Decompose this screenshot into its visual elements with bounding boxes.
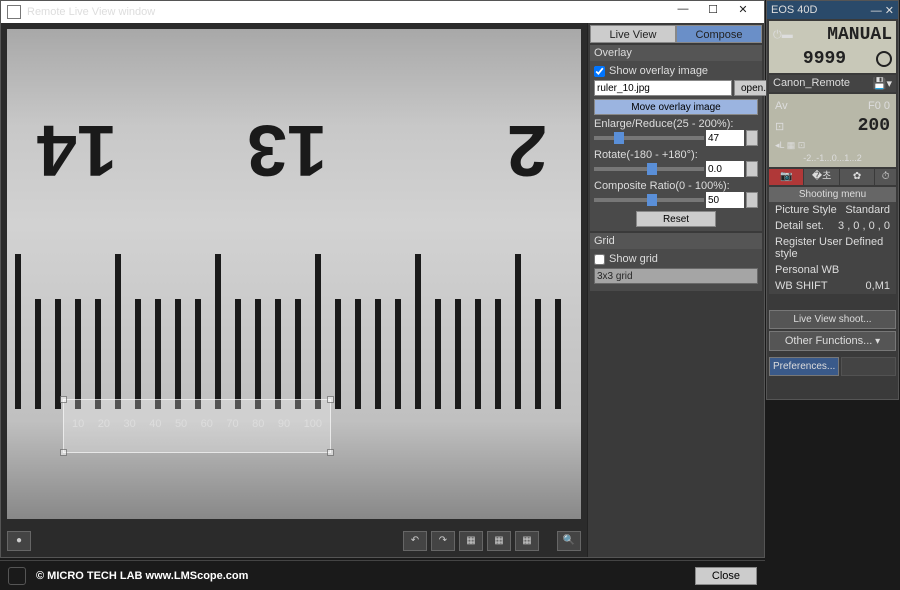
enlarge-value[interactable]: 47 (706, 130, 744, 146)
live-view-shoot-button[interactable]: Live View shoot... (769, 310, 896, 329)
dial-icon[interactable] (876, 51, 892, 67)
resize-handle[interactable] (327, 396, 334, 403)
show-overlay-checkbox[interactable]: Show overlay image (594, 65, 758, 77)
camera-tab-tools[interactable]: �초 (804, 169, 838, 185)
exposure-scale: -2..-1...0...1...2 (773, 153, 892, 163)
live-view-area: 14 13 2 102030405060708090100 ● ↶ ↷ ▦ ▦ (1, 23, 587, 557)
tool-button-2[interactable]: ▦ (487, 531, 511, 551)
resize-handle[interactable] (60, 396, 67, 403)
camera-tab-row: 📷 �초 ✿ ⏱ (769, 169, 896, 185)
av-label: Av (775, 100, 788, 112)
ruler-marks (7, 224, 581, 409)
camera-lcd-exposure: AvF0 0 ⊡200 ◂L ▦ ⊡ -2..-1...0...1...2 (769, 94, 896, 167)
rotate-spinner[interactable] (746, 161, 758, 177)
tab-live-view[interactable]: Live View (590, 25, 676, 43)
close-window-button[interactable]: Close (695, 567, 757, 585)
zoom-button[interactable]: 🔍 (557, 531, 581, 551)
overlay-file-input[interactable] (594, 80, 732, 96)
rotate-label: Rotate(-180 - +180°): (594, 149, 758, 161)
camera-titlebar[interactable]: EOS 40D — ✕ (767, 1, 898, 19)
menu-row[interactable]: Personal WB (769, 262, 896, 278)
settings-panel: Live View Compose Overlay Show overlay i… (587, 23, 764, 557)
rotate-slider[interactable] (594, 167, 704, 171)
bottom-bar: © MICRO TECH LAB www.LMScope.com Close (0, 560, 765, 590)
save-icon[interactable]: 💾▾ (873, 77, 892, 90)
menu-row[interactable]: Detail set.3 , 0 , 0 , 0 (769, 218, 896, 234)
power-icon: ⏻▬ (773, 29, 793, 42)
main-titlebar[interactable]: Remote Live View window — ☐ ✕ (1, 1, 764, 23)
app-icon (7, 5, 21, 19)
copyright-text: © MICRO TECH LAB www.LMScope.com (36, 570, 248, 582)
move-overlay-button[interactable]: Move overlay image (594, 99, 758, 115)
composite-label: Composite Ratio(0 - 100%): (594, 180, 758, 192)
profile-row[interactable]: Canon_Remote💾▾ (769, 75, 896, 92)
tool-button-1[interactable]: ▦ (459, 531, 483, 551)
ruler-number: 13 (247, 109, 327, 191)
minimize-button[interactable]: — (668, 3, 698, 21)
resize-handle[interactable] (327, 449, 334, 456)
camera-tab-star[interactable]: ✿ (840, 169, 874, 185)
overlay-title: Overlay (590, 45, 762, 61)
reset-button[interactable]: Reset (636, 211, 716, 227)
overlay-tick-labels: 102030405060708090100 (72, 418, 322, 430)
camera-control-window: EOS 40D — ✕ ⏻▬ MANUAL 9999 Canon_Remote💾▾… (766, 0, 899, 400)
other-functions-button[interactable]: Other Functions... ▾ (769, 331, 896, 351)
camera-tab-shoot[interactable]: 📷 (769, 169, 803, 185)
enlarge-label: Enlarge/Reduce(25 - 200%): (594, 118, 758, 130)
preferences-button[interactable]: Preferences... (769, 357, 839, 376)
overlay-ruler-image[interactable]: 102030405060708090100 (63, 399, 331, 453)
show-grid-checkbox[interactable]: Show grid (594, 253, 758, 265)
menu-row[interactable]: Register User Defined style (769, 234, 896, 262)
composite-slider[interactable] (594, 198, 704, 202)
enlarge-slider[interactable] (594, 136, 704, 140)
grid-type-select (594, 268, 758, 284)
iso-value: 200 (858, 116, 890, 136)
window-title: Remote Live View window (27, 6, 155, 18)
bracket-icon: ⊡ (775, 120, 784, 133)
grid-title: Grid (590, 233, 762, 249)
record-indicator[interactable] (8, 567, 26, 585)
camera-model: EOS 40D (771, 4, 817, 16)
resize-handle[interactable] (60, 449, 67, 456)
remote-live-view-window: Remote Live View window — ☐ ✕ 14 13 2 10… (0, 0, 765, 558)
menu-row[interactable]: WB SHIFT0,M1 (769, 278, 896, 294)
enlarge-spinner[interactable] (746, 130, 758, 146)
menu-row[interactable]: Picture StyleStandard (769, 202, 896, 218)
camera-tab-timer[interactable]: ⏱ (875, 169, 896, 185)
ruler-number: 14 (37, 109, 117, 191)
tool-button-3[interactable]: ▦ (515, 531, 539, 551)
view-toolbar: ● ↶ ↷ ▦ ▦ ▦ 🔍 (7, 529, 581, 553)
maximize-button[interactable]: ☐ (698, 3, 728, 21)
disabled-button (841, 357, 896, 376)
rotate-cw-button[interactable]: ↷ (431, 531, 455, 551)
close-button[interactable]: ✕ (728, 3, 758, 21)
rotate-ccw-button[interactable]: ↶ (403, 531, 427, 551)
shooting-menu-header: Shooting menu (769, 187, 896, 202)
mode-display: MANUAL (827, 25, 892, 45)
composite-spinner[interactable] (746, 192, 758, 208)
record-button[interactable]: ● (7, 531, 31, 551)
grid-section: Grid Show grid (590, 233, 762, 291)
tab-compose[interactable]: Compose (676, 25, 762, 43)
shots-remaining: 9999 (803, 49, 846, 69)
overlay-section: Overlay Show overlay image open... Move … (590, 45, 762, 231)
aperture-value: F0 0 (868, 100, 890, 112)
rotate-value[interactable]: 0.0 (706, 161, 744, 177)
live-image[interactable]: 14 13 2 102030405060708090100 (7, 29, 581, 519)
composite-value[interactable]: 50 (706, 192, 744, 208)
camera-lcd-top: ⏻▬ MANUAL 9999 (769, 21, 896, 73)
ruler-number: 2 (507, 109, 547, 191)
